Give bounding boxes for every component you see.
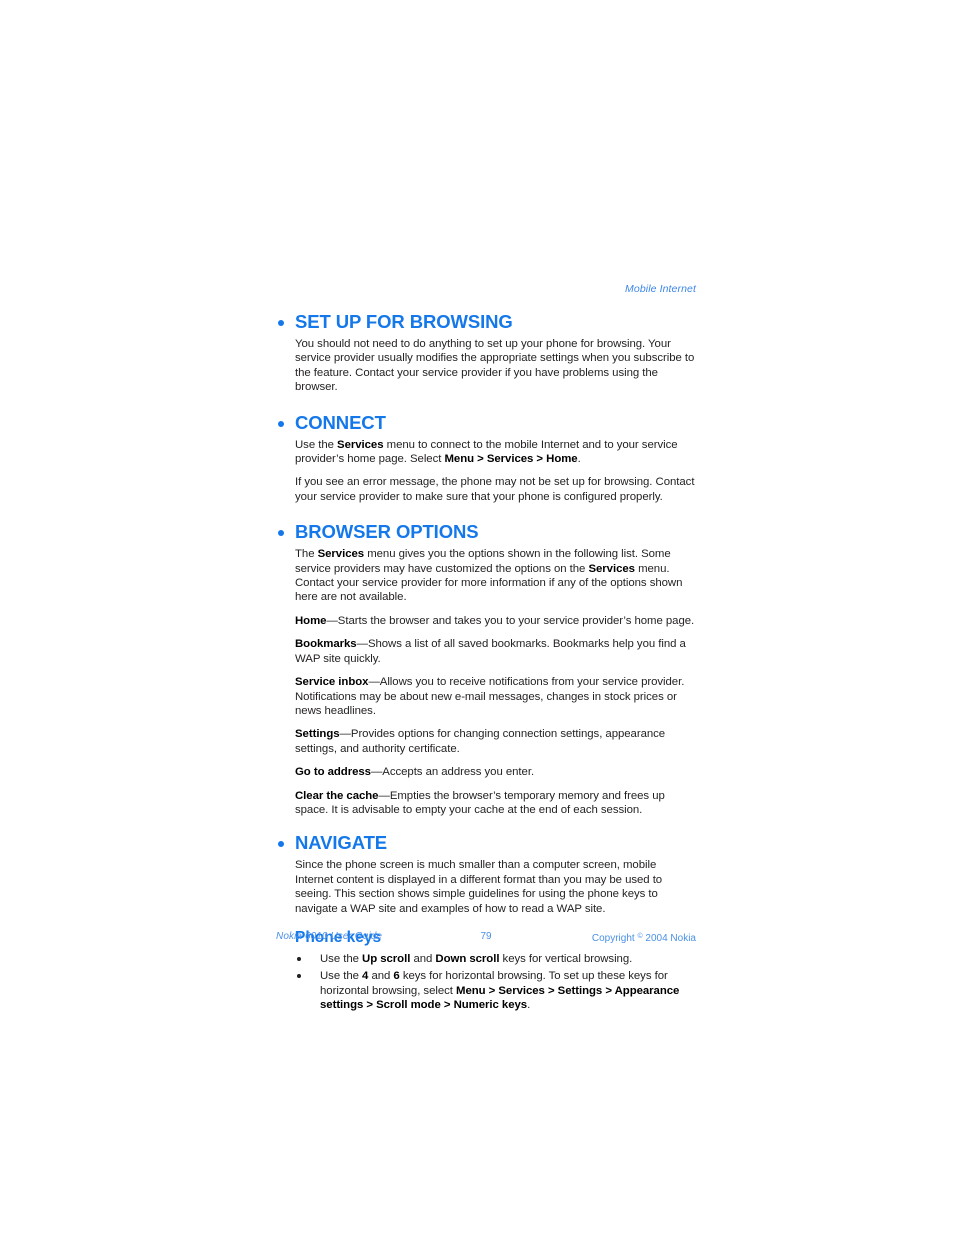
option-description: Starts the browser and takes you to your… xyxy=(337,614,695,627)
text-run: and xyxy=(410,952,436,965)
option-dash: — xyxy=(339,728,351,741)
section-heading-label: BROWSER OPTIONS xyxy=(295,521,479,543)
bold-menu-path: Menu > Services > Home xyxy=(444,453,578,466)
paragraph-connect-2: If you see an error message, the phone m… xyxy=(295,476,695,503)
text-run: . xyxy=(527,999,531,1012)
option-entry-home: Home—Starts the browser and takes you to… xyxy=(295,614,696,628)
section-heading-label: NAVIGATE xyxy=(295,832,388,854)
copyright-year-owner: 2004 Nokia xyxy=(645,933,696,944)
text-run: The xyxy=(295,548,318,561)
bullet-dot-icon xyxy=(297,956,301,961)
section-connect: CONNECT Use the Services menu to connect… xyxy=(276,412,696,505)
option-entry-go-to-address: Go to address—Accepts an address you ent… xyxy=(295,765,696,779)
section-navigate: NAVIGATE Since the phone screen is much … xyxy=(276,832,696,1012)
page-footer: Nokia 6010 User Guide 79 Copyright © 200… xyxy=(276,930,696,944)
bullet-dot-icon xyxy=(297,974,301,979)
section-heading-label: CONNECT xyxy=(295,411,386,433)
section-browser-options: BROWSER OPTIONS The Services menu gives … xyxy=(276,521,696,817)
section-set-up-for-browsing: SET UP FOR BROWSING You should not need … xyxy=(276,311,696,395)
bold-key-up-scroll: Up scroll xyxy=(362,952,411,965)
bullet-dot-icon xyxy=(278,841,284,848)
option-dash: — xyxy=(378,789,390,802)
section-heading-browser-options: BROWSER OPTIONS xyxy=(276,521,696,543)
paragraph: You should not need to do anything to se… xyxy=(295,338,695,394)
option-dash: — xyxy=(356,638,368,651)
section-body-navigate: Since the phone screen is much smaller t… xyxy=(276,858,696,916)
option-entry-service-inbox: Service inbox—Allows you to receive noti… xyxy=(295,675,696,718)
bullet-dot-icon xyxy=(278,320,284,326)
document-page: Mobile Internet SET UP FOR BROWSING You … xyxy=(0,0,954,1235)
bold-key-down-scroll: Down scroll xyxy=(435,952,500,965)
page-content-column: Mobile Internet SET UP FOR BROWSING You … xyxy=(276,283,696,1016)
text-run: Use the xyxy=(320,952,363,965)
section-heading-label: SET UP FOR BROWSING xyxy=(295,311,513,332)
bold-term-services: Services xyxy=(317,548,365,561)
copyright-symbol-icon: © xyxy=(637,933,643,940)
option-term: Settings xyxy=(295,728,340,741)
option-term: Clear the cache xyxy=(295,789,379,802)
option-term: Home xyxy=(295,614,327,627)
running-header: Mobile Internet xyxy=(625,283,696,295)
option-description: Provides options for changing connection… xyxy=(295,728,666,755)
bullet-dot-icon xyxy=(278,420,284,427)
text-run: Use the xyxy=(295,438,338,451)
option-description: Accepts an address you enter. xyxy=(382,766,535,779)
option-dash: — xyxy=(368,676,380,689)
bullet-dot-icon xyxy=(278,530,284,537)
list-item: Use the 4 and 6 keys for horizontal brow… xyxy=(295,969,696,1012)
paragraph-connect-1: Use the Services menu to connect to the … xyxy=(295,438,696,467)
section-body-set-up-for-browsing: You should not need to do anything to se… xyxy=(276,337,696,395)
bold-term-services: Services xyxy=(337,438,384,451)
section-body-connect: Use the Services menu to connect to the … xyxy=(276,438,696,505)
option-entry-bookmarks: Bookmarks—Shows a list of all saved book… xyxy=(295,637,696,666)
footer-copyright: Copyright © 2004 Nokia xyxy=(592,930,696,946)
text-run: . xyxy=(577,453,581,466)
text-run: and xyxy=(368,970,394,983)
section-body-browser-options: The Services menu gives you the options … xyxy=(276,547,696,817)
bold-term-services: Services xyxy=(588,562,635,575)
option-term: Go to address xyxy=(295,766,371,779)
option-term: Bookmarks xyxy=(295,638,357,651)
option-entry-clear-the-cache: Clear the cache—Empties the browser’s te… xyxy=(295,789,696,818)
text-run: Use the xyxy=(320,970,363,983)
option-dash: — xyxy=(370,766,383,779)
option-term: Service inbox xyxy=(295,676,369,689)
section-heading-navigate: NAVIGATE xyxy=(276,832,696,854)
paragraph-navigate: Since the phone screen is much smaller t… xyxy=(295,859,663,915)
section-heading-connect: CONNECT xyxy=(276,412,696,434)
section-heading-set-up-for-browsing: SET UP FOR BROWSING xyxy=(276,311,696,333)
list-item: Use the Up scroll and Down scroll keys f… xyxy=(295,952,696,966)
copyright-text: Copyright xyxy=(591,933,635,944)
option-dash: — xyxy=(326,614,338,627)
paragraph-browser-options-intro: The Services menu gives you the options … xyxy=(295,547,696,605)
text-run: keys for vertical browsing. xyxy=(499,952,633,965)
option-entry-settings: Settings—Provides options for changing c… xyxy=(295,727,696,756)
phone-keys-list: Use the Up scroll and Down scroll keys f… xyxy=(276,952,696,1013)
